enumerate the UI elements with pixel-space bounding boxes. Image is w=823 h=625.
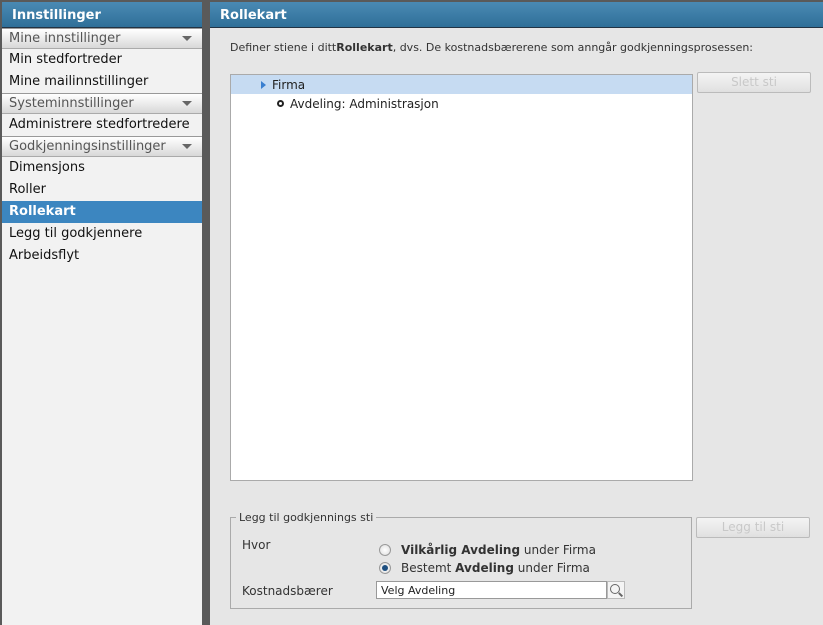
radio-bestemt[interactable] [379, 562, 391, 574]
group-label: Systeminnstillinger [9, 96, 134, 111]
main-panel: Rollekart Definer stiene i dittRollekart… [210, 2, 823, 625]
chevron-down-icon [182, 144, 192, 149]
group-label: Mine innstillinger [9, 31, 121, 46]
opt-bold: Avdeling [455, 561, 514, 575]
opt-bold: Vilkårlig Avdeling [401, 543, 521, 557]
tree-node-avdeling[interactable]: Avdeling: Administrasjon [231, 94, 692, 111]
sidebar-title: Innstillinger [2, 2, 202, 28]
sidebar-item-mine-mailinnstillinger[interactable]: Mine mailinnstillinger [2, 71, 202, 93]
sidebar-item-rollekart[interactable]: Rollekart [2, 201, 202, 223]
bullet-icon [277, 100, 284, 107]
sidebar-item-arbeidsflyt[interactable]: Arbeidsflyt [2, 245, 202, 267]
group-godkjenningsinstillinger[interactable]: Godkjenningsinstillinger [2, 136, 202, 157]
chevron-down-icon [182, 36, 192, 41]
node-label: Avdeling: Administrasjon [290, 97, 439, 111]
desc-text: Definer stiene i ditt [230, 41, 337, 54]
cost-carrier-input[interactable]: Velg Avdeling [376, 581, 607, 599]
role-tree: Firma Avdeling: Administrasjon [230, 74, 693, 481]
opt-text: under Firma [520, 543, 596, 557]
expand-arrow-icon[interactable] [261, 81, 266, 89]
add-path-button[interactable]: Legg til sti [696, 517, 810, 538]
option-bestemt-label[interactable]: Bestemt Avdeling under Firma [401, 561, 590, 575]
form-legend: Legg til godkjennings sti [239, 511, 374, 524]
add-path-form: Legg til godkjennings sti Hvor Vilkårlig… [230, 511, 692, 609]
search-icon[interactable] [607, 581, 625, 599]
group-mine-innstillinger[interactable]: Mine innstillinger [2, 28, 202, 49]
opt-text: under Firma [513, 561, 590, 575]
delete-path-button[interactable]: Slett sti [697, 72, 811, 93]
radio-vilkarlig[interactable] [379, 544, 391, 556]
description: Definer stiene i dittRollekart, dvs. De … [230, 41, 753, 54]
sidebar-item-legg-til-godkjennere[interactable]: Legg til godkjennere [2, 223, 202, 245]
page-title: Rollekart [210, 2, 823, 28]
sidebar-item-dimensjons[interactable]: Dimensjons [2, 157, 202, 179]
desc-bold: Rollekart [336, 41, 393, 54]
group-label: Godkjenningsinstillinger [9, 139, 166, 154]
node-label: Firma [272, 78, 306, 92]
opt-text: Bestemt [401, 561, 456, 575]
sidebar-item-roller[interactable]: Roller [2, 179, 202, 201]
option-vilkarlig-label[interactable]: Vilkårlig Avdeling under Firma [401, 543, 596, 557]
group-systeminnstillinger[interactable]: Systeminnstillinger [2, 93, 202, 114]
chevron-down-icon [182, 101, 192, 106]
cost-carrier-label: Kostnadsbærer [242, 584, 333, 598]
tree-node-firma[interactable]: Firma [231, 75, 692, 94]
desc-text: , dvs. De kostnadsbærerene som anngår go… [392, 41, 754, 54]
sidebar-item-administrere-stedfortredere[interactable]: Administrere stedfortredere [2, 114, 202, 136]
where-label: Hvor [242, 538, 271, 552]
sidebar: Innstillinger Mine innstillinger Min ste… [2, 2, 202, 625]
sidebar-item-min-stedfortreder[interactable]: Min stedfortreder [2, 49, 202, 71]
